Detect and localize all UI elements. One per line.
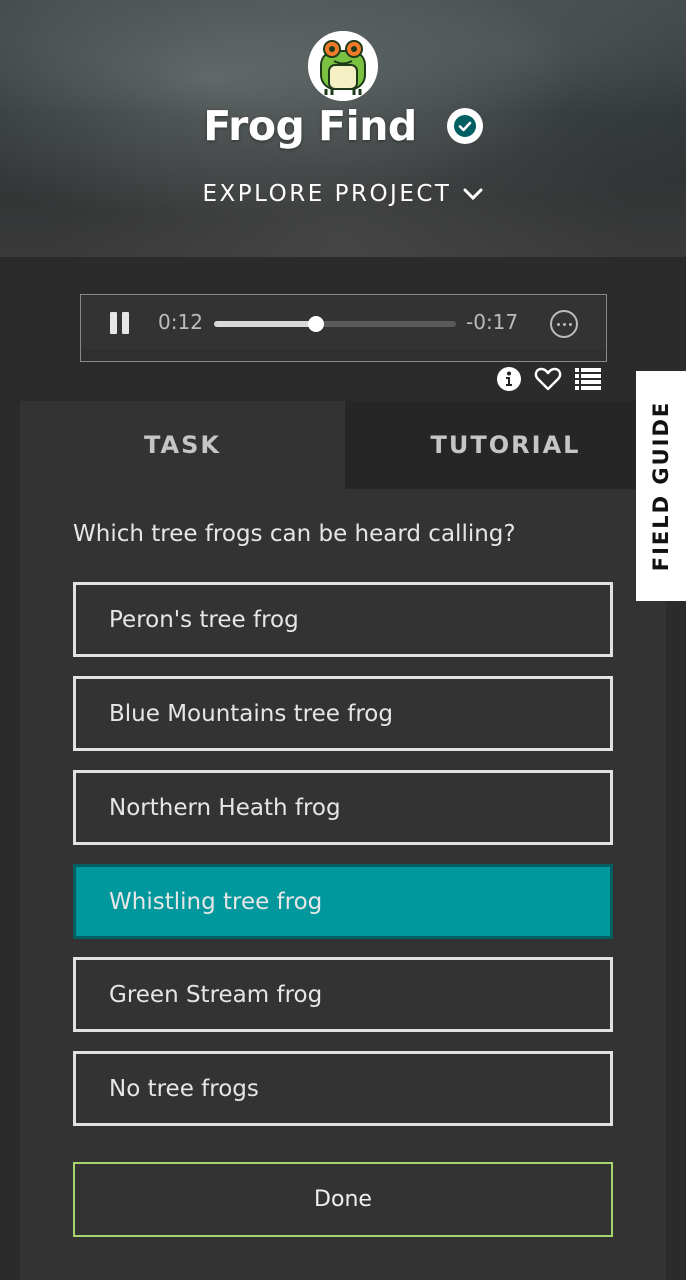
info-icon[interactable]: [496, 366, 522, 392]
answer-option[interactable]: Blue Mountains tree frog: [73, 676, 613, 751]
progress-fill: [214, 321, 316, 327]
explore-project-label: EXPLORE PROJECT: [202, 181, 452, 207]
progress-thumb[interactable]: [307, 316, 324, 332]
audio-player: 0:12 -0:17: [80, 294, 607, 362]
progress-slider[interactable]: [214, 316, 456, 332]
audio-controls: 0:12 -0:17: [82, 296, 605, 350]
answer-option[interactable]: Green Stream frog: [73, 957, 613, 1032]
task-question: Which tree frogs can be heard calling?: [73, 521, 516, 547]
task-tabs: TASK TUTORIAL: [20, 401, 666, 489]
project-title-row: Frog Find: [0, 98, 686, 154]
more-options-icon[interactable]: [550, 310, 578, 338]
tab-task[interactable]: TASK: [20, 401, 345, 489]
remaining-time: -0:17: [466, 310, 519, 334]
project-header: Frog Find EXPLORE PROJECT: [0, 0, 686, 257]
project-title: Frog Find: [203, 102, 417, 150]
subject-actions: [496, 366, 606, 392]
tab-tutorial[interactable]: TUTORIAL: [345, 401, 666, 489]
task-panel: TASK TUTORIAL Which tree frogs can be he…: [20, 401, 666, 1280]
explore-project-button[interactable]: EXPLORE PROJECT: [0, 176, 686, 212]
field-guide-label: FIELD GUIDE: [649, 400, 673, 572]
current-time: 0:12: [158, 310, 203, 334]
pause-icon[interactable]: [110, 312, 130, 334]
field-guide-button[interactable]: FIELD GUIDE: [636, 371, 686, 601]
answer-option[interactable]: Northern Heath frog: [73, 770, 613, 845]
chevron-down-icon: [463, 187, 483, 201]
heart-icon[interactable]: [534, 366, 562, 392]
answer-option[interactable]: No tree frogs: [73, 1051, 613, 1126]
list-icon[interactable]: [574, 366, 601, 392]
answer-option[interactable]: Peron's tree frog: [73, 582, 613, 657]
done-button[interactable]: Done: [73, 1162, 613, 1237]
verified-check-icon: [446, 108, 483, 144]
frog-avatar-icon[interactable]: [308, 31, 378, 101]
answer-option-selected[interactable]: Whistling tree frog: [73, 864, 613, 939]
